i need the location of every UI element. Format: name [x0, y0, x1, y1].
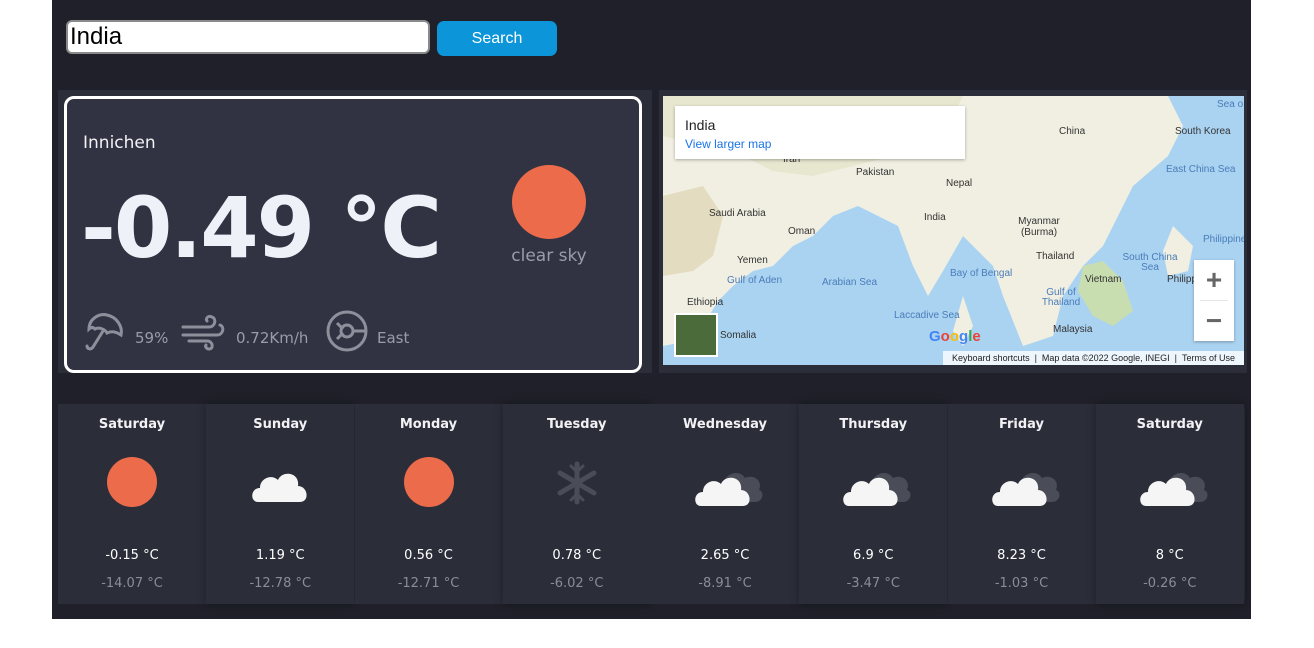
forecast-day-card: Friday 8.23 °C -1.03 °C	[947, 404, 1096, 604]
wind-direction-value: East	[377, 329, 410, 347]
clouds-icon	[695, 456, 763, 510]
zoom-out-button[interactable]: −	[1194, 301, 1234, 341]
google-map[interactable]: China South Korea Pakistan Nepal India S…	[663, 96, 1244, 365]
map-label-somalia: Somalia	[720, 330, 757, 341]
forecast-day-card: Saturday 8 °C -0.26 °C	[1095, 404, 1244, 604]
forecast-day-card: Sunday 1.19 °C -12.78 °C	[206, 404, 355, 604]
keyboard-shortcuts-link[interactable]: Keyboard shortcuts	[952, 353, 1030, 363]
zoom-in-button[interactable]: +	[1194, 260, 1234, 300]
forecast-day-card: Saturday -0.15 °C -14.07 °C	[58, 404, 206, 604]
weather-description: clear sky	[511, 246, 587, 266]
forecast-max-temp: 8 °C	[1155, 548, 1184, 563]
map-label-nepal: Nepal	[946, 178, 973, 189]
forecast-day-card: Monday 0.56 °C -12.71 °C	[354, 404, 503, 604]
sea-label-laccadive: Laccadive Sea	[894, 310, 960, 321]
forecast-min-temp: -12.78 °C	[249, 576, 312, 591]
forecast-day-name: Thursday	[839, 417, 908, 432]
map-label-pakistan: Pakistan	[856, 167, 895, 178]
wind-icon	[181, 315, 225, 351]
clouds-icon	[843, 456, 911, 510]
sun-icon	[102, 456, 162, 510]
terms-of-use-link[interactable]: Terms of Use	[1182, 353, 1235, 363]
forecast-min-temp: -12.71 °C	[397, 576, 460, 591]
forecast-max-temp: 2.65 °C	[700, 548, 750, 563]
map-label-oman: Oman	[788, 226, 816, 237]
clouds-icon	[991, 456, 1059, 510]
city-name: Innichen	[83, 133, 156, 153]
map-label-india: India	[924, 212, 946, 223]
umbrella-icon	[85, 313, 123, 351]
forecast-min-temp: -8.91 °C	[698, 576, 752, 591]
sea-label-gulf-aden: Gulf of Aden	[727, 275, 783, 286]
sea-label-south-china: South China Sea	[1122, 252, 1178, 273]
map-data-text: Map data ©2022 Google, INEGI	[1041, 353, 1170, 363]
map-label-south-korea: South Korea	[1175, 126, 1231, 137]
wind-speed-value: 0.72Km/h	[236, 329, 309, 347]
current-weather-card: Innichen -0.49 °C clear sky 59% 0.72Km/h	[64, 96, 642, 373]
map-zoom-controls: + −	[1194, 260, 1234, 341]
forecast-day-name: Tuesday	[547, 417, 607, 432]
forecast-day-name: Saturday	[1136, 417, 1203, 432]
forecast-day-name: Sunday	[253, 417, 308, 432]
map-label-yemen: Yemen	[737, 255, 768, 266]
map-label-saudi-arabia: Saudi Arabia	[709, 208, 766, 219]
map-label-ethiopia: Ethiopia	[687, 297, 724, 308]
forecast-max-temp: 8.23 °C	[997, 548, 1046, 563]
map-label-myanmar: Myanmar (Burma)	[1018, 216, 1060, 238]
forecast-day-name: Friday	[998, 417, 1045, 432]
forecast-min-temp: -14.07 °C	[101, 576, 163, 591]
search-button[interactable]: Search	[437, 21, 557, 56]
sun-icon	[399, 456, 459, 510]
forecast-day-card: Thursday 6.9 °C -3.47 °C	[799, 404, 948, 604]
sun-icon	[512, 165, 586, 239]
forecast-day-card: Tuesday 0.78 °C -6.02 °C	[502, 404, 651, 604]
forecast-day-name: Wednesday	[683, 417, 767, 432]
current-temperature: -0.49 °C	[81, 179, 442, 277]
forecast-min-temp: -3.47 °C	[846, 576, 900, 591]
forecast-min-temp: -0.26 °C	[1143, 576, 1197, 591]
forecast-strip: Saturday -0.15 °C -14.07 °C Sunday 1.19 °C -1…	[58, 404, 1245, 604]
view-larger-map-link[interactable]: View larger map	[685, 137, 771, 151]
sea-label-top: Sea o	[1217, 99, 1244, 110]
forecast-min-temp: -1.03 °C	[994, 576, 1049, 591]
clouds-icon	[1139, 456, 1208, 510]
forecast-day-card: Wednesday 2.65 °C -8.91 °C	[651, 404, 799, 604]
weather-app: Search Innichen -0.49 °C clear sky 59%	[52, 0, 1251, 619]
map-place-title: India	[685, 117, 716, 133]
map-panel: China South Korea Pakistan Nepal India S…	[659, 90, 1247, 373]
current-weather-panel: Innichen -0.49 °C clear sky 59% 0.72Km/h	[58, 90, 652, 373]
search-input[interactable]	[66, 20, 430, 54]
map-label-vietnam: Vietnam	[1085, 274, 1122, 285]
forecast-max-temp: 6.9 °C	[853, 548, 894, 563]
map-footer: Keyboard shortcuts | Map data ©2022 Google…	[943, 351, 1244, 365]
sea-label-gulf-thailand: Gulf of Thailand	[1041, 287, 1081, 308]
compass-icon	[326, 310, 368, 352]
sea-label-arabian: Arabian Sea	[822, 277, 878, 288]
cloud-icon	[250, 456, 310, 510]
google-logo: Google	[929, 328, 981, 345]
map-label-philippines: Philippines	[1203, 234, 1244, 245]
forecast-max-temp: -0.15 °C	[105, 548, 159, 563]
map-label-china: China	[1059, 126, 1086, 137]
sea-label-bay-bengal: Bay of Bengal	[950, 268, 1013, 279]
forecast-min-temp: -6.02 °C	[550, 576, 604, 591]
map-satellite-toggle[interactable]	[674, 313, 718, 357]
forecast-max-temp: 0.78 °C	[552, 548, 602, 563]
forecast-day-name: Saturday	[98, 417, 166, 432]
forecast-max-temp: 1.19 °C	[255, 548, 305, 563]
map-label-thailand: Thailand	[1036, 251, 1075, 262]
sea-label-east-china: East China Sea	[1166, 164, 1236, 175]
snowflake-icon	[547, 456, 607, 510]
forecast-day-name: Monday	[399, 417, 458, 432]
forecast-max-temp: 0.56 °C	[404, 548, 453, 563]
map-info-box: India View larger map	[675, 106, 965, 159]
map-label-malaysia: Malaysia	[1053, 324, 1093, 335]
humidity-value: 59%	[135, 329, 169, 347]
